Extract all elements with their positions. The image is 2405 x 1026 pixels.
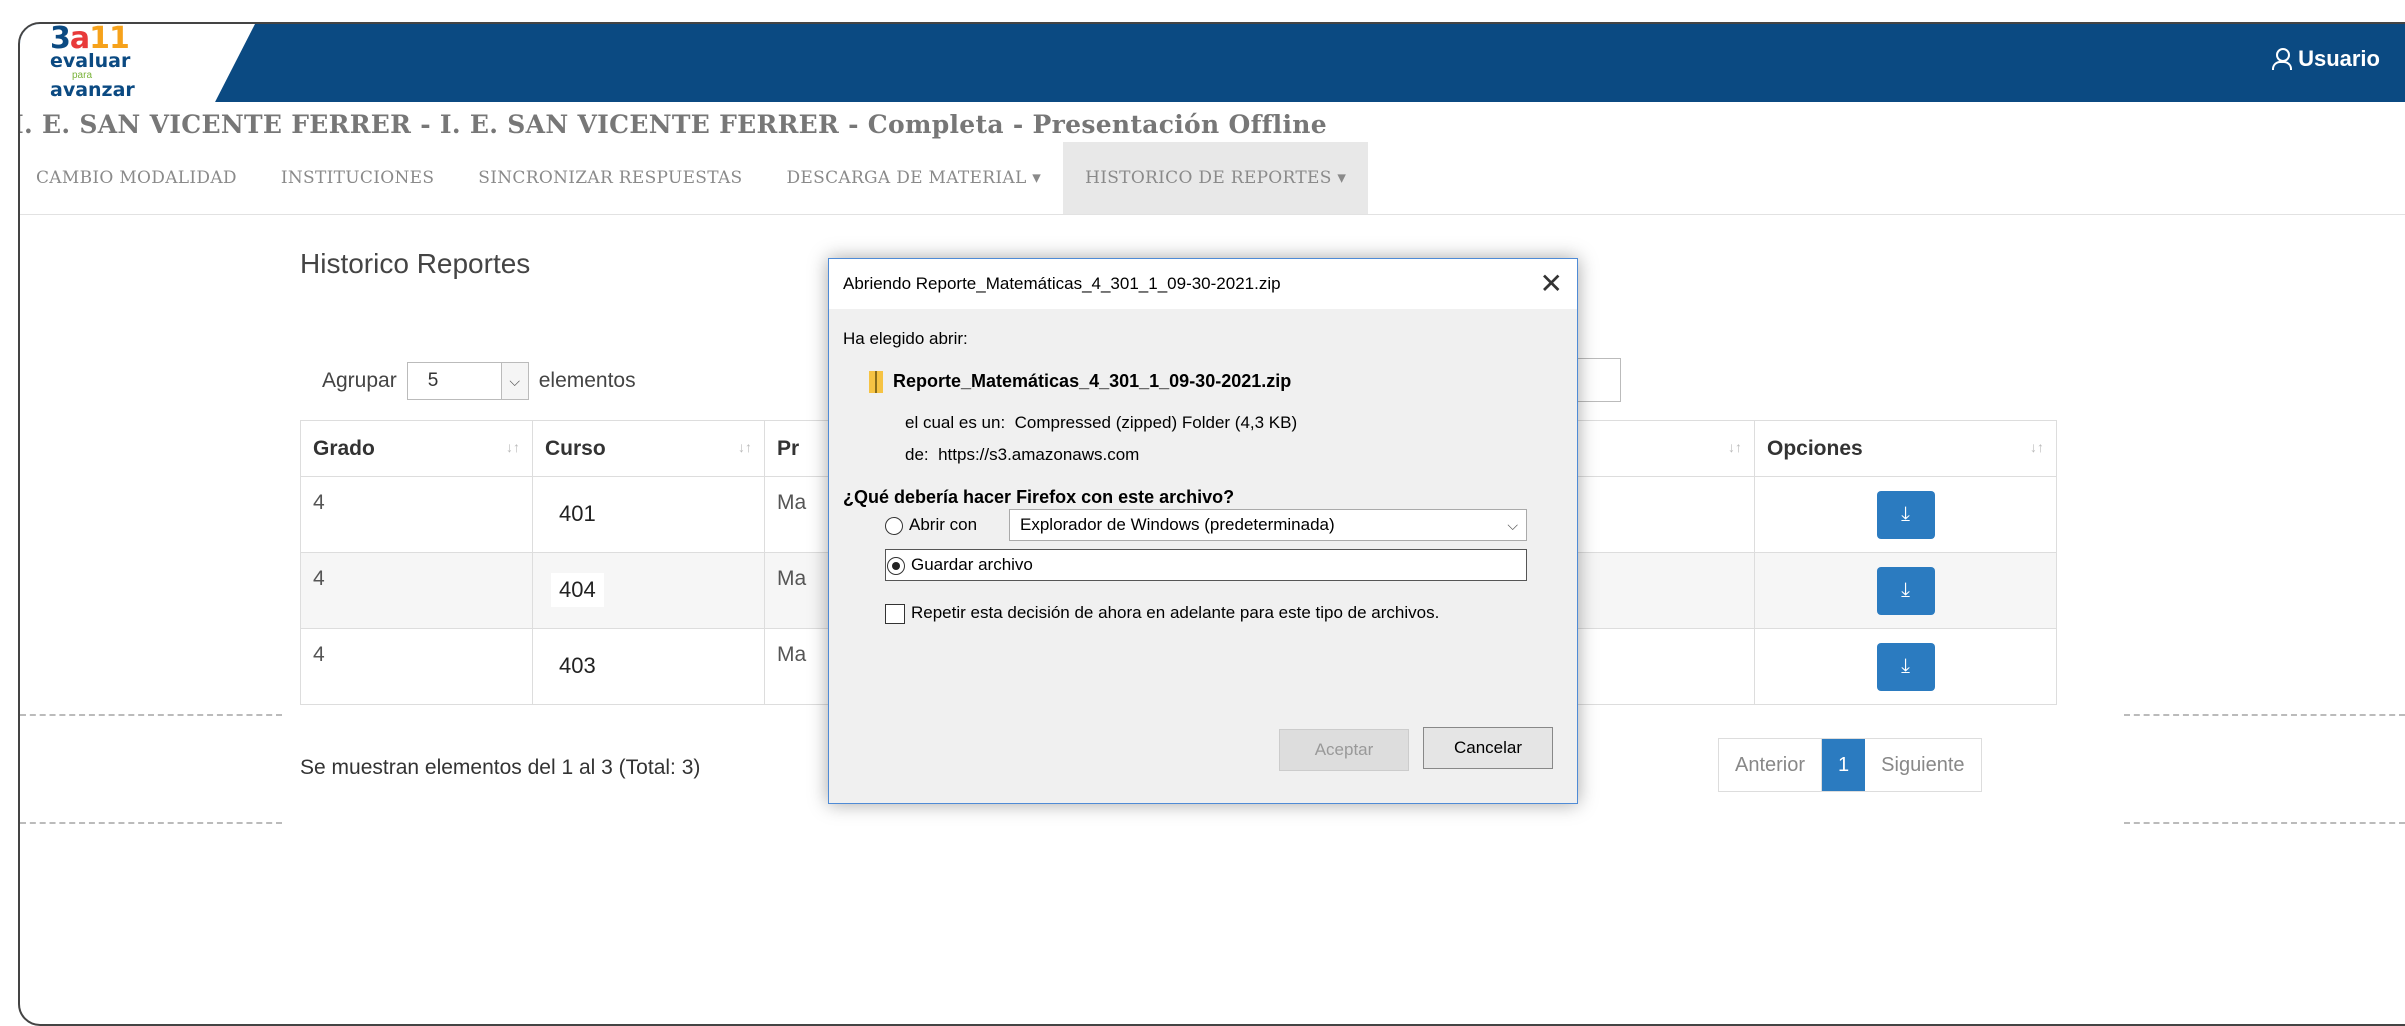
cell-opciones: ⤓ (1754, 476, 2057, 553)
user-label: Usuario (2298, 46, 2380, 71)
open-with-radio[interactable] (885, 516, 903, 535)
repeat-decision-checkbox[interactable] (885, 603, 905, 624)
tab-descarga-de-material[interactable]: DESCARGA DE MATERIAL ▾ (764, 142, 1063, 214)
open-with-select[interactable]: Explorador de Windows (predeterminada) ⌵ (1009, 509, 1527, 541)
file-type: el cual es un: Compressed (zipped) Folde… (905, 413, 1298, 432)
tab-divider (20, 214, 2405, 215)
chevron-down-icon: ⌵ (500, 363, 528, 399)
cell-curso: 404 (532, 552, 765, 629)
col-opciones[interactable]: Opciones ↓↑ (1754, 420, 2057, 477)
group-control: Agrupar 5 ⌵ elementos (322, 362, 636, 400)
accept-button[interactable]: Aceptar (1279, 729, 1409, 771)
dialog-titlebar: Abriendo Reporte_Matemáticas_4_301_1_09-… (829, 259, 1577, 309)
chose-open-label: Ha elegido abrir: (843, 329, 968, 348)
cancel-button[interactable]: Cancelar (1423, 727, 1553, 769)
file-name: Reporte_Matemáticas_4_301_1_09-30-2021.z… (869, 371, 1291, 394)
sort-icon: ↓↑ (506, 439, 520, 455)
download-dialog: Abriendo Reporte_Matemáticas_4_301_1_09-… (828, 258, 1578, 804)
logo-area: 3a11 evaluar para avanzar (20, 24, 255, 102)
pagination-prev[interactable]: Anterior (1719, 739, 1823, 791)
cell-opciones: ⤓ (1754, 628, 2057, 705)
dialog-title: Abriendo Reporte_Matemáticas_4_301_1_09-… (843, 274, 1281, 293)
pagination: Anterior 1 Siguiente (1718, 738, 1982, 792)
tab-cambio-modalidad[interactable]: CAMBIO MODALIDAD (20, 142, 259, 214)
divider (20, 714, 282, 716)
group-suffix: elementos (538, 369, 636, 392)
tabs: CAMBIO MODALIDAD INSTITUCIONES SINCRONIZ… (20, 142, 1369, 214)
group-label: Agrupar (322, 369, 397, 392)
sort-icon: ↓↑ (738, 439, 752, 455)
file-source: de: https://s3.amazonaws.com (905, 445, 1140, 464)
chevron-down-icon: ⌵ (1507, 517, 1518, 533)
tab-historico-de-reportes[interactable]: HISTORICO DE REPORTES ▾ (1063, 142, 1369, 214)
divider (2124, 822, 2405, 824)
col-grado[interactable]: Grado ↓↑ (300, 420, 533, 477)
download-icon: ⤓ (1901, 655, 1910, 677)
cell-opciones: ⤓ (1754, 552, 2057, 629)
sort-icon: ↓↑ (2030, 439, 2044, 455)
open-with-option[interactable]: Abrir con (885, 515, 977, 535)
download-icon: ⤓ (1901, 579, 1910, 601)
top-navbar: 3a11 evaluar para avanzar Usuario (20, 24, 2405, 102)
user-menu[interactable]: Usuario (2272, 46, 2380, 72)
sort-icon: ↓↑ (1728, 439, 1742, 455)
download-button[interactable]: ⤓ (1876, 490, 1935, 539)
tab-instituciones[interactable]: INSTITUCIONES (259, 142, 456, 214)
divider (2124, 714, 2405, 716)
pagination-next[interactable]: Siguiente (1865, 739, 1980, 791)
close-icon[interactable]: ✕ (1540, 267, 1563, 300)
pagination-current[interactable]: 1 (1822, 739, 1866, 791)
save-file-row[interactable]: Guardar archivo (887, 555, 1033, 575)
download-icon: ⤓ (1901, 503, 1910, 525)
cell-curso: 403 (532, 628, 765, 705)
dialog-question: ¿Qué debería hacer Firefox con este arch… (843, 487, 1235, 507)
cell-grado: 4 (300, 476, 533, 553)
download-button[interactable]: ⤓ (1876, 566, 1935, 615)
save-file-radio[interactable] (887, 556, 905, 575)
tab-sincronizar-respuestas[interactable]: SINCRONIZAR RESPUESTAS (456, 142, 764, 214)
divider (20, 822, 282, 824)
dialog-body: Ha elegido abrir: Reporte_Matemáticas_4_… (829, 309, 1577, 803)
repeat-decision-row[interactable]: Repetir esta decisión de ahora en adelan… (885, 603, 1439, 624)
cell-curso: 401 (532, 476, 765, 553)
zip-file-icon (869, 371, 883, 394)
col-curso[interactable]: Curso ↓↑ (532, 420, 765, 477)
table-info: Se muestran elementos del 1 al 3 (Total:… (300, 756, 701, 779)
group-select[interactable]: 5 ⌵ (406, 362, 529, 400)
user-icon (2272, 48, 2293, 70)
cell-grado: 4 (300, 552, 533, 629)
page-title: I. E. SAN VICENTE FERRER - I. E. SAN VIC… (18, 110, 1327, 139)
cell-grado: 4 (300, 628, 533, 705)
section-title: Historico Reportes (300, 248, 531, 279)
logo[interactable]: 3a11 evaluar para avanzar (50, 24, 135, 100)
download-button[interactable]: ⤓ (1876, 642, 1935, 691)
